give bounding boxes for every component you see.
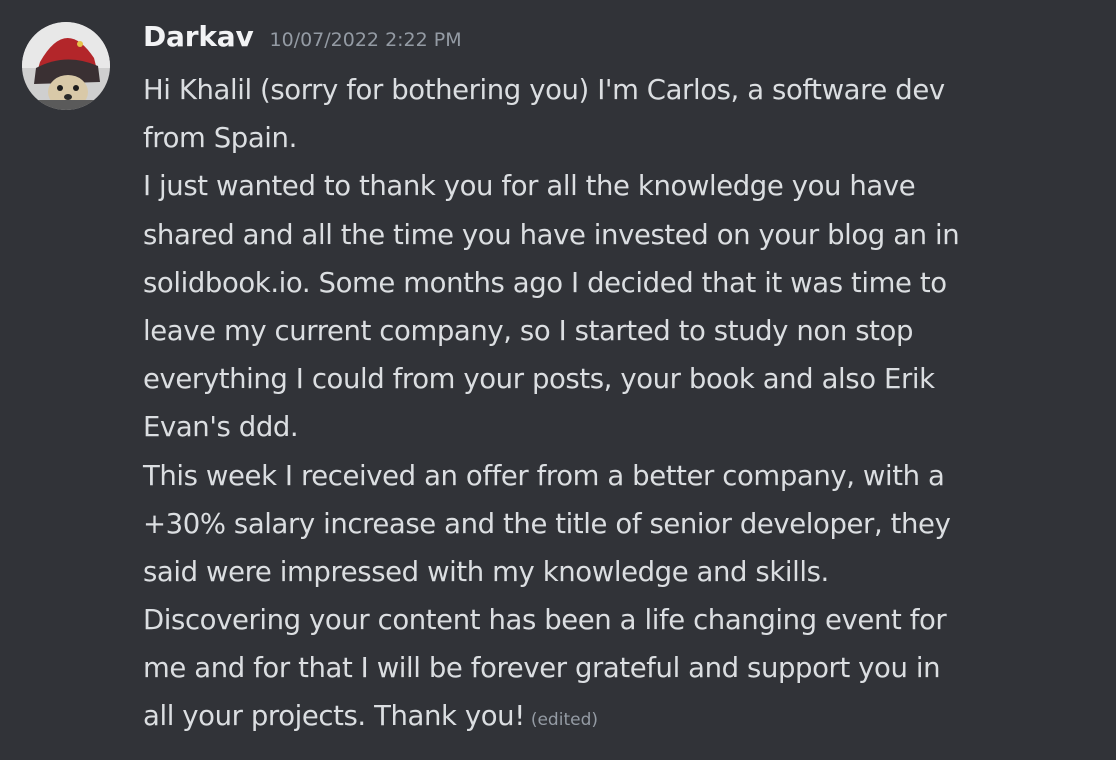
chat-message: Darkav 10/07/2022 2:22 PM Hi Khalil (sor…: [0, 0, 1116, 760]
message-line: I just wanted to thank you for all the k…: [143, 170, 916, 203]
message-line: leave my current company, so I started t…: [143, 314, 914, 347]
message-line: from Spain.: [143, 122, 297, 155]
message-line: solidbook.io. Some months ago I decided …: [143, 266, 947, 299]
message-line: everything I could from your posts, your…: [143, 363, 935, 396]
avatar[interactable]: [22, 22, 110, 110]
message-line: said were impressed with my knowledge an…: [143, 555, 829, 588]
message-header: Darkav 10/07/2022 2:22 PM: [143, 20, 462, 64]
message-line: Hi Khalil (sorry for bothering you) I'm …: [143, 74, 945, 106]
timestamp[interactable]: 10/07/2022 2:22 PM: [270, 29, 462, 51]
message-line: Evan's ddd.: [143, 411, 299, 444]
message-line: +30% salary increase and the title of se…: [143, 507, 951, 540]
edited-label: (edited): [530, 710, 598, 731]
username[interactable]: Darkav: [143, 20, 254, 53]
message-line: me and for that I will be forever gratef…: [143, 652, 941, 685]
avatar-icon: [22, 22, 110, 110]
message-content: Hi Khalil (sorry for bothering you) I'm …: [143, 66, 1103, 741]
message-line: This week I received an offer from a bet…: [143, 459, 945, 492]
message-line: shared and all the time you have investe…: [143, 218, 960, 251]
message-line-last: all your projects. Thank you! (edited): [143, 692, 1103, 740]
message-line-text: all your projects. Thank you!: [143, 700, 525, 733]
message-line: Discovering your content has been a life…: [143, 604, 947, 637]
